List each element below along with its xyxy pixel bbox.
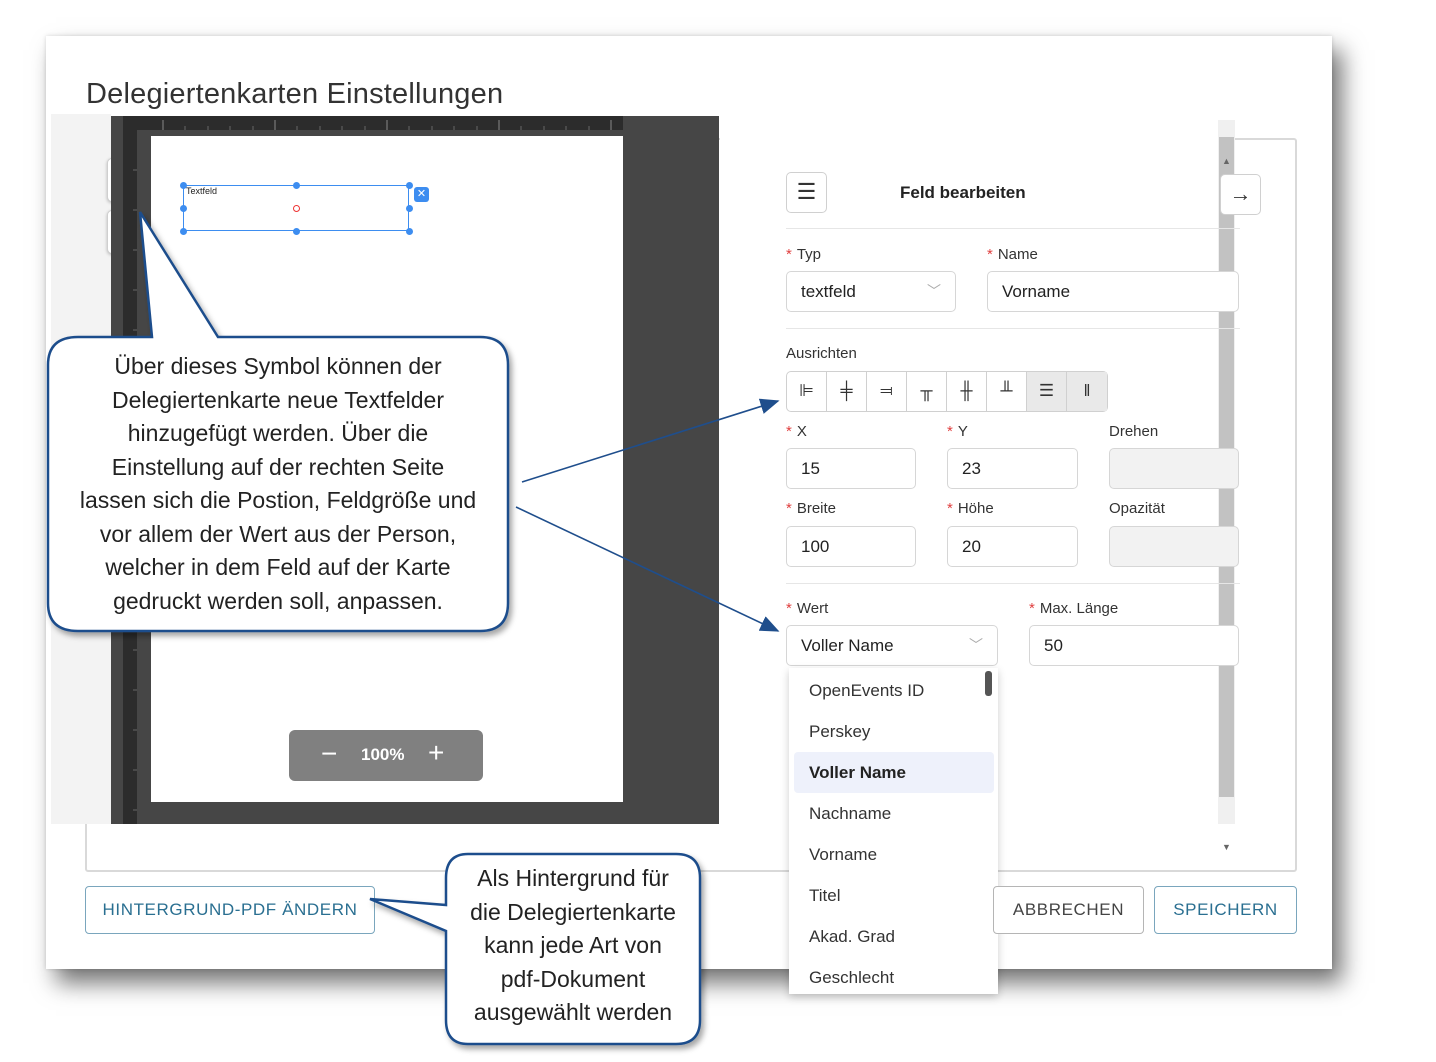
callout-arrow <box>515 506 780 632</box>
callout-arrow <box>521 398 780 483</box>
main-callout-text: Über dieses Symbol können der Delegierte… <box>79 353 477 614</box>
bottom-callout-text: Als Hintergrund für die Delegiertenkarte… <box>470 865 676 1025</box>
